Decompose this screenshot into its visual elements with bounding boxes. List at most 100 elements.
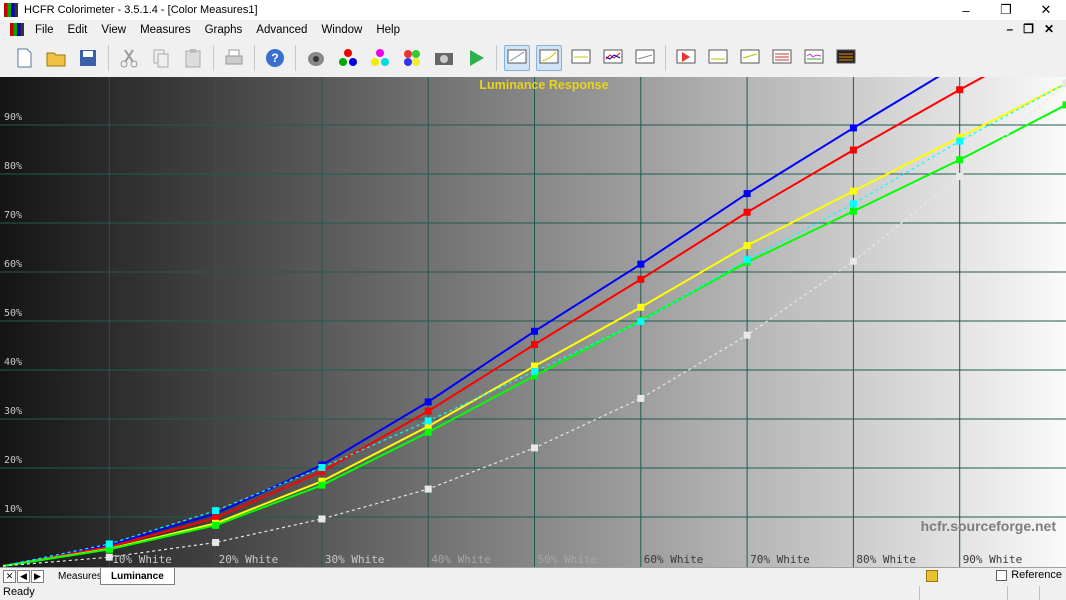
data-point bbox=[1062, 79, 1066, 87]
restore-button[interactable]: ❐ bbox=[986, 0, 1026, 20]
camera-icon[interactable] bbox=[431, 45, 457, 71]
color-balls-icon[interactable] bbox=[399, 45, 425, 71]
copy-icon[interactable] bbox=[148, 45, 174, 71]
new-file-icon[interactable] bbox=[11, 45, 37, 71]
lock-icon[interactable] bbox=[926, 570, 938, 582]
tab-luminance[interactable]: Luminance bbox=[100, 568, 175, 585]
chart-title: Luminance Response bbox=[479, 78, 608, 92]
data-point bbox=[424, 417, 432, 425]
sensor-icon[interactable] bbox=[303, 45, 329, 71]
x-tick-label: 40% White bbox=[431, 553, 491, 566]
data-point bbox=[956, 86, 964, 94]
open-folder-icon[interactable] bbox=[43, 45, 69, 71]
rgb-primaries-icon[interactable] bbox=[335, 45, 361, 71]
menu-graphs[interactable]: Graphs bbox=[198, 24, 250, 36]
data-point bbox=[318, 481, 326, 489]
tab-next-button[interactable]: ▶ bbox=[31, 570, 44, 583]
menu-edit[interactable]: Edit bbox=[61, 24, 95, 36]
menu-view[interactable]: View bbox=[94, 24, 133, 36]
x-tick-label: 70% White bbox=[750, 553, 810, 566]
y-tick-label: 70% bbox=[4, 210, 22, 221]
monitor-graph-5-icon[interactable] bbox=[632, 45, 658, 71]
data-point bbox=[212, 507, 220, 515]
data-point bbox=[743, 208, 751, 216]
x-tick-label: 60% White bbox=[644, 553, 704, 566]
monitor-graph-4-icon[interactable] bbox=[600, 45, 626, 71]
data-point bbox=[637, 303, 645, 311]
status-bar: Ready bbox=[0, 585, 1066, 600]
data-point bbox=[424, 485, 432, 493]
menu-window[interactable]: Window bbox=[314, 24, 369, 36]
print-icon[interactable] bbox=[221, 45, 247, 71]
x-tick-label: 50% White bbox=[538, 553, 598, 566]
data-point bbox=[1062, 101, 1066, 109]
x-tick-label: 80% White bbox=[856, 553, 916, 566]
cut-icon[interactable] bbox=[116, 45, 142, 71]
data-point bbox=[212, 538, 220, 546]
chart-background bbox=[0, 77, 1066, 567]
menu-help[interactable]: Help bbox=[369, 24, 407, 36]
x-tick-label: 30% White bbox=[325, 553, 385, 566]
monitor-graph-3-icon[interactable] bbox=[568, 45, 594, 71]
minimize-button[interactable]: – bbox=[946, 0, 986, 20]
sheet-tab-bar: ✕ ◀ ▶ Measures Luminance Reference bbox=[0, 567, 1066, 585]
tab-prev-button[interactable]: ◀ bbox=[17, 570, 30, 583]
save-icon[interactable] bbox=[75, 45, 101, 71]
title-bar: HCFR Colorimeter - 3.5.1.4 - [Color Meas… bbox=[0, 0, 1066, 20]
secondaries-icon[interactable] bbox=[367, 45, 393, 71]
monitor-graph-11-icon[interactable] bbox=[833, 45, 859, 71]
app-logo-icon bbox=[4, 3, 18, 17]
monitor-graph-9-icon[interactable] bbox=[769, 45, 795, 71]
menu-measures[interactable]: Measures bbox=[133, 24, 198, 36]
reference-checkbox[interactable] bbox=[996, 569, 1008, 581]
data-point bbox=[531, 327, 538, 335]
data-point bbox=[637, 275, 645, 283]
y-tick-label: 10% bbox=[4, 504, 22, 515]
data-point bbox=[743, 331, 751, 339]
data-point bbox=[743, 242, 751, 250]
data-point bbox=[318, 464, 326, 472]
monitor-graph-7-icon[interactable] bbox=[705, 45, 731, 71]
data-point bbox=[212, 521, 220, 529]
monitor-graph-8-icon[interactable] bbox=[737, 45, 763, 71]
y-tick-label: 80% bbox=[4, 161, 22, 172]
data-point bbox=[531, 367, 538, 375]
data-point bbox=[743, 256, 751, 264]
data-point bbox=[424, 407, 432, 415]
y-tick-label: 40% bbox=[4, 357, 22, 368]
paste-icon[interactable] bbox=[180, 45, 206, 71]
monitor-graph-2-icon[interactable] bbox=[536, 45, 562, 71]
play-icon[interactable] bbox=[463, 45, 489, 71]
data-point bbox=[849, 146, 857, 154]
x-axis-labels: 10% White 20% White 30% White 40% White 50% … bbox=[112, 553, 1022, 566]
monitor-graph-1-icon[interactable] bbox=[504, 45, 530, 71]
data-point bbox=[318, 515, 326, 523]
y-tick-label: 60% bbox=[4, 259, 22, 270]
menu-advanced[interactable]: Advanced bbox=[249, 24, 314, 36]
data-point bbox=[849, 124, 857, 132]
monitor-graph-6-icon[interactable] bbox=[673, 45, 699, 71]
data-point bbox=[849, 200, 857, 208]
close-button[interactable]: ✕ bbox=[1026, 0, 1066, 20]
data-point bbox=[849, 187, 857, 195]
data-point bbox=[849, 257, 857, 265]
data-point bbox=[637, 260, 645, 268]
y-tick-label: 50% bbox=[4, 308, 22, 319]
tab-close-button[interactable]: ✕ bbox=[3, 570, 16, 583]
mdi-restore-button[interactable]: ❐ bbox=[1023, 22, 1034, 36]
help-icon[interactable]: ? bbox=[262, 45, 288, 71]
data-point bbox=[531, 444, 538, 452]
reference-label: Reference bbox=[1011, 569, 1062, 581]
mdi-close-button[interactable]: ✕ bbox=[1044, 22, 1054, 36]
monitor-graph-10-icon[interactable] bbox=[801, 45, 827, 71]
y-tick-label: 20% bbox=[4, 455, 22, 466]
x-tick-label: 20% White bbox=[219, 553, 279, 566]
document-icon[interactable] bbox=[10, 23, 24, 36]
menu-file[interactable]: File bbox=[28, 24, 61, 36]
data-point bbox=[849, 207, 857, 215]
mdi-minimize-button[interactable]: – bbox=[1006, 22, 1013, 36]
data-point bbox=[105, 540, 113, 548]
window-title: HCFR Colorimeter - 3.5.1.4 - [Color Meas… bbox=[24, 4, 258, 16]
y-tick-label: 90% bbox=[4, 112, 22, 123]
data-point bbox=[637, 317, 645, 325]
